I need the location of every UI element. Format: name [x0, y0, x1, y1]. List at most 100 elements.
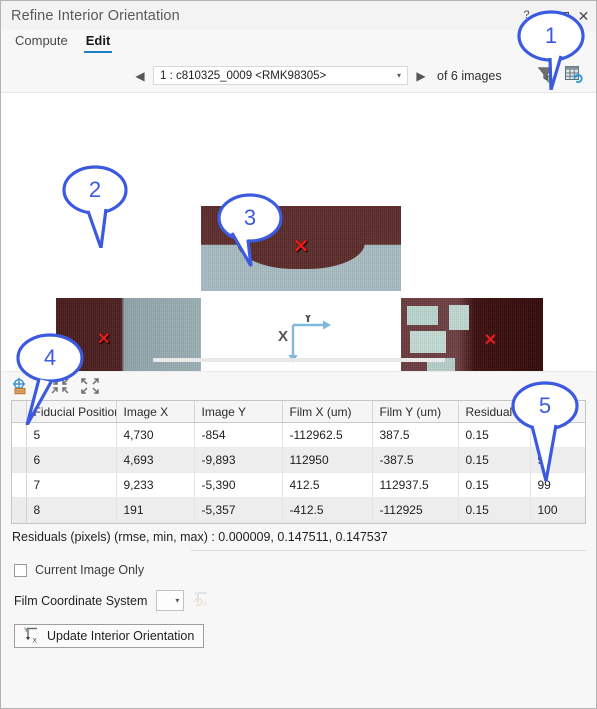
current-image-only-label: Current Image Only — [35, 563, 145, 577]
cell-score: 99 — [530, 472, 585, 498]
chevron-down-icon[interactable]: ▾ — [397, 71, 404, 80]
cell-residual: 0.15 — [458, 472, 531, 498]
cell-image-x: 9,233 — [116, 472, 195, 498]
cell-image-y: -5,390 — [194, 472, 283, 498]
svg-text:X: X — [203, 602, 207, 608]
nav-icon-group — [537, 65, 588, 86]
cell-score: 97 — [530, 447, 585, 473]
collapse-view-icon[interactable] — [50, 377, 70, 395]
table-vertical-scrollbar[interactable]: ▲ ▼ — [586, 401, 587, 523]
previous-image-button[interactable]: ◀ — [129, 66, 151, 86]
svg-text:X: X — [33, 637, 38, 644]
column-header-image-y[interactable]: Image Y — [194, 401, 283, 423]
image-navigation-bar: ◀ 1 : c810325_0009 <RMK98305> ▾ ▶ of 6 i… — [1, 59, 596, 92]
table-header-row: Fiducial Position Image X Image Y Film X… — [12, 401, 585, 423]
svg-text:X: X — [278, 328, 288, 345]
update-interior-orientation-button[interactable]: Y X Update Interior Orientation — [14, 624, 205, 648]
fiducial-marker[interactable]: ✕ — [484, 333, 497, 349]
panel-splitter-grip[interactable] — [152, 358, 445, 362]
cell-image-y: -854 — [194, 422, 283, 448]
tab-edit[interactable]: Edit — [83, 31, 113, 53]
interior-orientation-icon: Y X — [22, 626, 40, 647]
window-title: Refine Interior Orientation — [11, 7, 180, 24]
update-interior-orientation-label: Update Interior Orientation — [47, 629, 195, 643]
row-header-corner — [12, 401, 27, 423]
cell-image-y: -5,357 — [194, 497, 283, 523]
fiducial-marker-left-thumbnail[interactable]: ✕ — [97, 331, 110, 348]
cell-fiducial-position: 5 — [26, 422, 117, 448]
footer-controls: Current Image Only Film Coordinate Syste… — [1, 551, 596, 708]
cell-fiducial-position: 7 — [26, 472, 117, 498]
cell-film-x: 112950 — [282, 447, 373, 473]
column-header-image-x[interactable]: Image X — [116, 401, 195, 423]
cell-score: 100 — [530, 497, 585, 523]
film-coordinate-system-label: Film Coordinate System — [14, 593, 148, 608]
film-coordinate-system-combo[interactable]: ▾ — [156, 590, 185, 611]
tab-compute[interactable]: Compute — [13, 31, 70, 53]
expand-view-icon[interactable] — [80, 377, 100, 395]
current-image-only-row[interactable]: Current Image Only — [14, 563, 596, 577]
current-image-only-checkbox[interactable] — [14, 563, 27, 577]
refine-interior-orientation-window: Refine Interior Orientation ? ▼ ✕ Comput… — [0, 0, 597, 709]
chevron-down-icon: ▾ — [175, 596, 180, 605]
cell-image-x: 4,693 — [116, 447, 195, 473]
maximize-square — [560, 11, 569, 20]
table-row[interactable]: 7 9,233 -5,390 412.5 112937.5 0.15 99 — [12, 472, 585, 498]
column-header-film-y[interactable]: Film Y (um) — [372, 401, 459, 423]
svg-text:Y: Y — [194, 592, 198, 598]
table-toolbar — [1, 371, 596, 400]
fiducial-table-grid: Fiducial Position Image X Image Y Film X… — [12, 401, 585, 523]
panel-splitter[interactable] — [1, 355, 596, 365]
svg-text:Y: Y — [24, 627, 29, 634]
cell-film-y: -387.5 — [372, 447, 459, 473]
cell-score: 99 — [530, 422, 585, 448]
fiducial-marker[interactable]: ✕ — [293, 237, 309, 256]
row-selector[interactable] — [12, 422, 27, 448]
cell-residual: 0.15 — [458, 447, 531, 473]
add-fiducial-point-icon[interactable] — [11, 377, 29, 395]
toolbar-separator — [39, 378, 40, 394]
row-selector[interactable] — [12, 497, 27, 523]
table-row[interactable]: 6 4,693 -9,893 112950 -387.5 0.15 97 — [12, 447, 585, 473]
cell-film-x: -412.5 — [282, 497, 373, 523]
column-header-score[interactable]: Score — [530, 401, 585, 423]
fiducial-table: Fiducial Position Image X Image Y Film X… — [11, 400, 586, 524]
chevron-down-icon[interactable]: ▼ — [537, 7, 554, 24]
film-coordinate-system-icon: Y X — [193, 590, 211, 611]
title-bar: Refine Interior Orientation ? ▼ ✕ — [1, 1, 596, 31]
table-row[interactable]: 5 4,730 -854 -112962.5 387.5 0.15 99 — [12, 422, 585, 448]
cell-film-y: 387.5 — [372, 422, 459, 448]
cell-fiducial-position: 6 — [26, 447, 117, 473]
image-selector-value: 1 : c810325_0009 <RMK98305> — [160, 69, 327, 82]
maximize-icon[interactable] — [556, 7, 573, 24]
column-header-residual[interactable]: Residual — [458, 401, 531, 423]
refresh-table-icon[interactable] — [564, 65, 583, 86]
help-icon[interactable]: ? — [518, 7, 535, 24]
cell-film-y: 112937.5 — [372, 472, 459, 498]
next-image-button[interactable]: ▶ — [410, 66, 432, 86]
film-coordinate-system-row: Film Coordinate System ▾ Y X — [14, 590, 596, 611]
cell-film-x: -112962.5 — [282, 422, 373, 448]
image-count-label: of 6 images — [437, 68, 502, 83]
residuals-summary: Residuals (pixels) (rmse, min, max) : 0.… — [12, 530, 388, 544]
close-icon[interactable]: ✕ — [575, 7, 592, 24]
window-controls: ? ▼ ✕ — [518, 7, 592, 24]
cell-image-y: -9,893 — [194, 447, 283, 473]
row-selector[interactable] — [12, 472, 27, 498]
cell-film-x: 412.5 — [282, 472, 373, 498]
cell-film-y: -112925 — [372, 497, 459, 523]
tab-bar: Compute Edit — [1, 31, 596, 59]
column-header-film-x[interactable]: Film X (um) — [282, 401, 373, 423]
cell-fiducial-position: 8 — [26, 497, 117, 523]
cell-image-x: 4,730 — [116, 422, 195, 448]
row-selector[interactable] — [12, 447, 27, 473]
svg-text:Y: Y — [303, 315, 313, 326]
cell-residual: 0.15 — [458, 422, 531, 448]
column-header-fiducial-position[interactable]: Fiducial Position — [26, 401, 117, 423]
table-row[interactable]: 8 191 -5,357 -412.5 -112925 0.15 100 — [12, 497, 585, 523]
fiducial-image-panel: ✕ ✕ ✕ ✕ — [1, 92, 596, 371]
image-selector-combo[interactable]: 1 : c810325_0009 <RMK98305> ▾ — [153, 66, 408, 85]
cell-image-x: 191 — [116, 497, 195, 523]
fiducial-thumbnail-top[interactable]: ✕ — [201, 206, 401, 291]
filter-icon[interactable] — [537, 65, 555, 86]
